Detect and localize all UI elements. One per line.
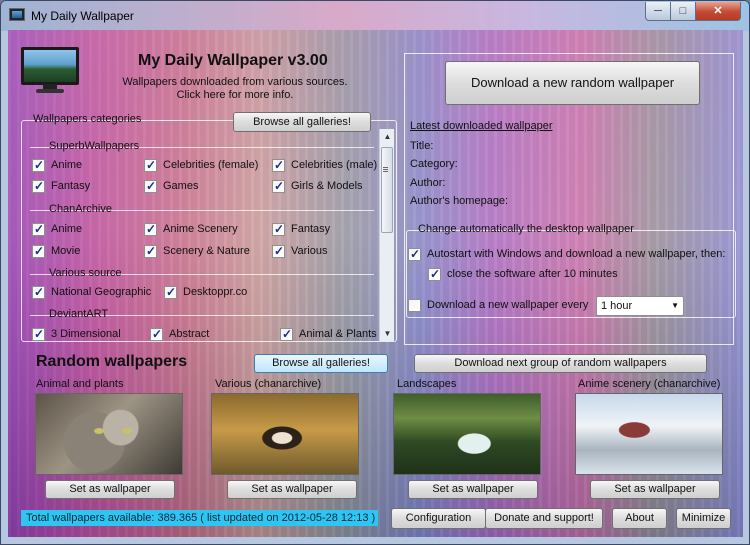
minimize-window-button[interactable]: ─ xyxy=(645,2,671,21)
wallpaper-thumbnail[interactable] xyxy=(211,393,359,475)
set-wallpaper-button-1[interactable]: Set as wallpaper xyxy=(45,480,175,499)
chevron-down-icon: ▼ xyxy=(671,301,679,310)
thumb-label-1: Animal and plants xyxy=(36,378,124,390)
scroll-thumb[interactable] xyxy=(381,147,393,233)
author-homepage-label: Author's homepage: xyxy=(410,195,509,207)
title-bar[interactable]: My Daily Wallpaper ─ □ ✕ xyxy=(1,1,749,31)
client-area: My Daily Wallpaper v3.00 Wallpapers down… xyxy=(8,30,743,537)
categories-legend: Wallpapers categories xyxy=(33,113,142,125)
maximize-window-button[interactable]: □ xyxy=(670,2,696,21)
download-next-group-button[interactable]: Download next group of random wallpapers xyxy=(414,354,707,373)
close-window-button[interactable]: ✕ xyxy=(695,2,741,21)
info-link[interactable]: Wallpapers downloaded from various sourc… xyxy=(120,76,350,102)
subtitle-line-1: Wallpapers downloaded from various sourc… xyxy=(122,76,348,88)
app-heading: My Daily Wallpaper v3.00 xyxy=(138,52,328,69)
download-random-button[interactable]: Download a new random wallpaper xyxy=(445,61,700,105)
donate-button[interactable]: Donate and support! xyxy=(485,508,603,529)
latest-wallpaper-link[interactable]: Latest downloaded wallpaper xyxy=(410,120,553,132)
section-chanarchive: ChanArchive xyxy=(24,203,380,216)
random-wallpapers-title: Random wallpapers xyxy=(36,353,188,370)
set-wallpaper-button-4[interactable]: Set as wallpaper xyxy=(590,480,720,499)
section-deviantart: DeviantART xyxy=(24,308,380,321)
interval-select[interactable]: 1 hour ▼ xyxy=(596,296,684,316)
author-label: Author: xyxy=(410,177,446,189)
monitor-logo-icon xyxy=(21,47,79,93)
window-title: My Daily Wallpaper xyxy=(31,9,134,23)
status-bar: Total wallpapers available: 389.365 ( li… xyxy=(21,510,378,526)
auto-change-legend: Change automatically the desktop wallpap… xyxy=(418,223,634,235)
random-browse-galleries-button[interactable]: Browse all galleries! xyxy=(254,354,388,373)
set-wallpaper-button-2[interactable]: Set as wallpaper xyxy=(227,480,357,499)
thumb-label-3: Landscapes xyxy=(397,378,457,390)
thumb-label-2: Various (chanarchive) xyxy=(215,378,322,390)
category-label: Category: xyxy=(410,158,458,170)
thumb-label-4: Anime scenery (chanarchive) xyxy=(578,378,721,390)
app-window: My Daily Wallpaper ─ □ ✕ My Daily Wallpa… xyxy=(0,0,750,545)
scroll-grip-icon xyxy=(383,167,388,168)
section-various-source: Various source xyxy=(24,267,380,280)
subtitle-line-2: Click here for more info. xyxy=(176,89,294,101)
section-superbwallpapers: SuperbWallpapers xyxy=(24,140,380,153)
set-wallpaper-button-3[interactable]: Set as wallpaper xyxy=(408,480,538,499)
about-button[interactable]: About xyxy=(612,508,667,529)
interval-value: 1 hour xyxy=(601,300,633,312)
scroll-up-icon[interactable]: ▲ xyxy=(380,129,395,144)
categories-group: Wallpapers categories Browse all galleri… xyxy=(21,112,397,342)
wallpaper-thumbnail[interactable] xyxy=(393,393,541,475)
wallpaper-thumbnail[interactable] xyxy=(575,393,723,475)
minimize-button[interactable]: Minimize xyxy=(676,508,731,529)
wallpaper-thumbnail[interactable] xyxy=(35,393,183,475)
categories-list[interactable]: SuperbWallpapers Anime Celebrities (fema… xyxy=(24,129,380,341)
configuration-button[interactable]: Configuration xyxy=(391,508,486,529)
app-icon xyxy=(9,8,25,21)
scroll-down-icon[interactable]: ▼ xyxy=(380,326,395,341)
categories-scrollbar[interactable]: ▲ ▼ xyxy=(379,129,394,341)
title-label: Title: xyxy=(410,140,434,152)
